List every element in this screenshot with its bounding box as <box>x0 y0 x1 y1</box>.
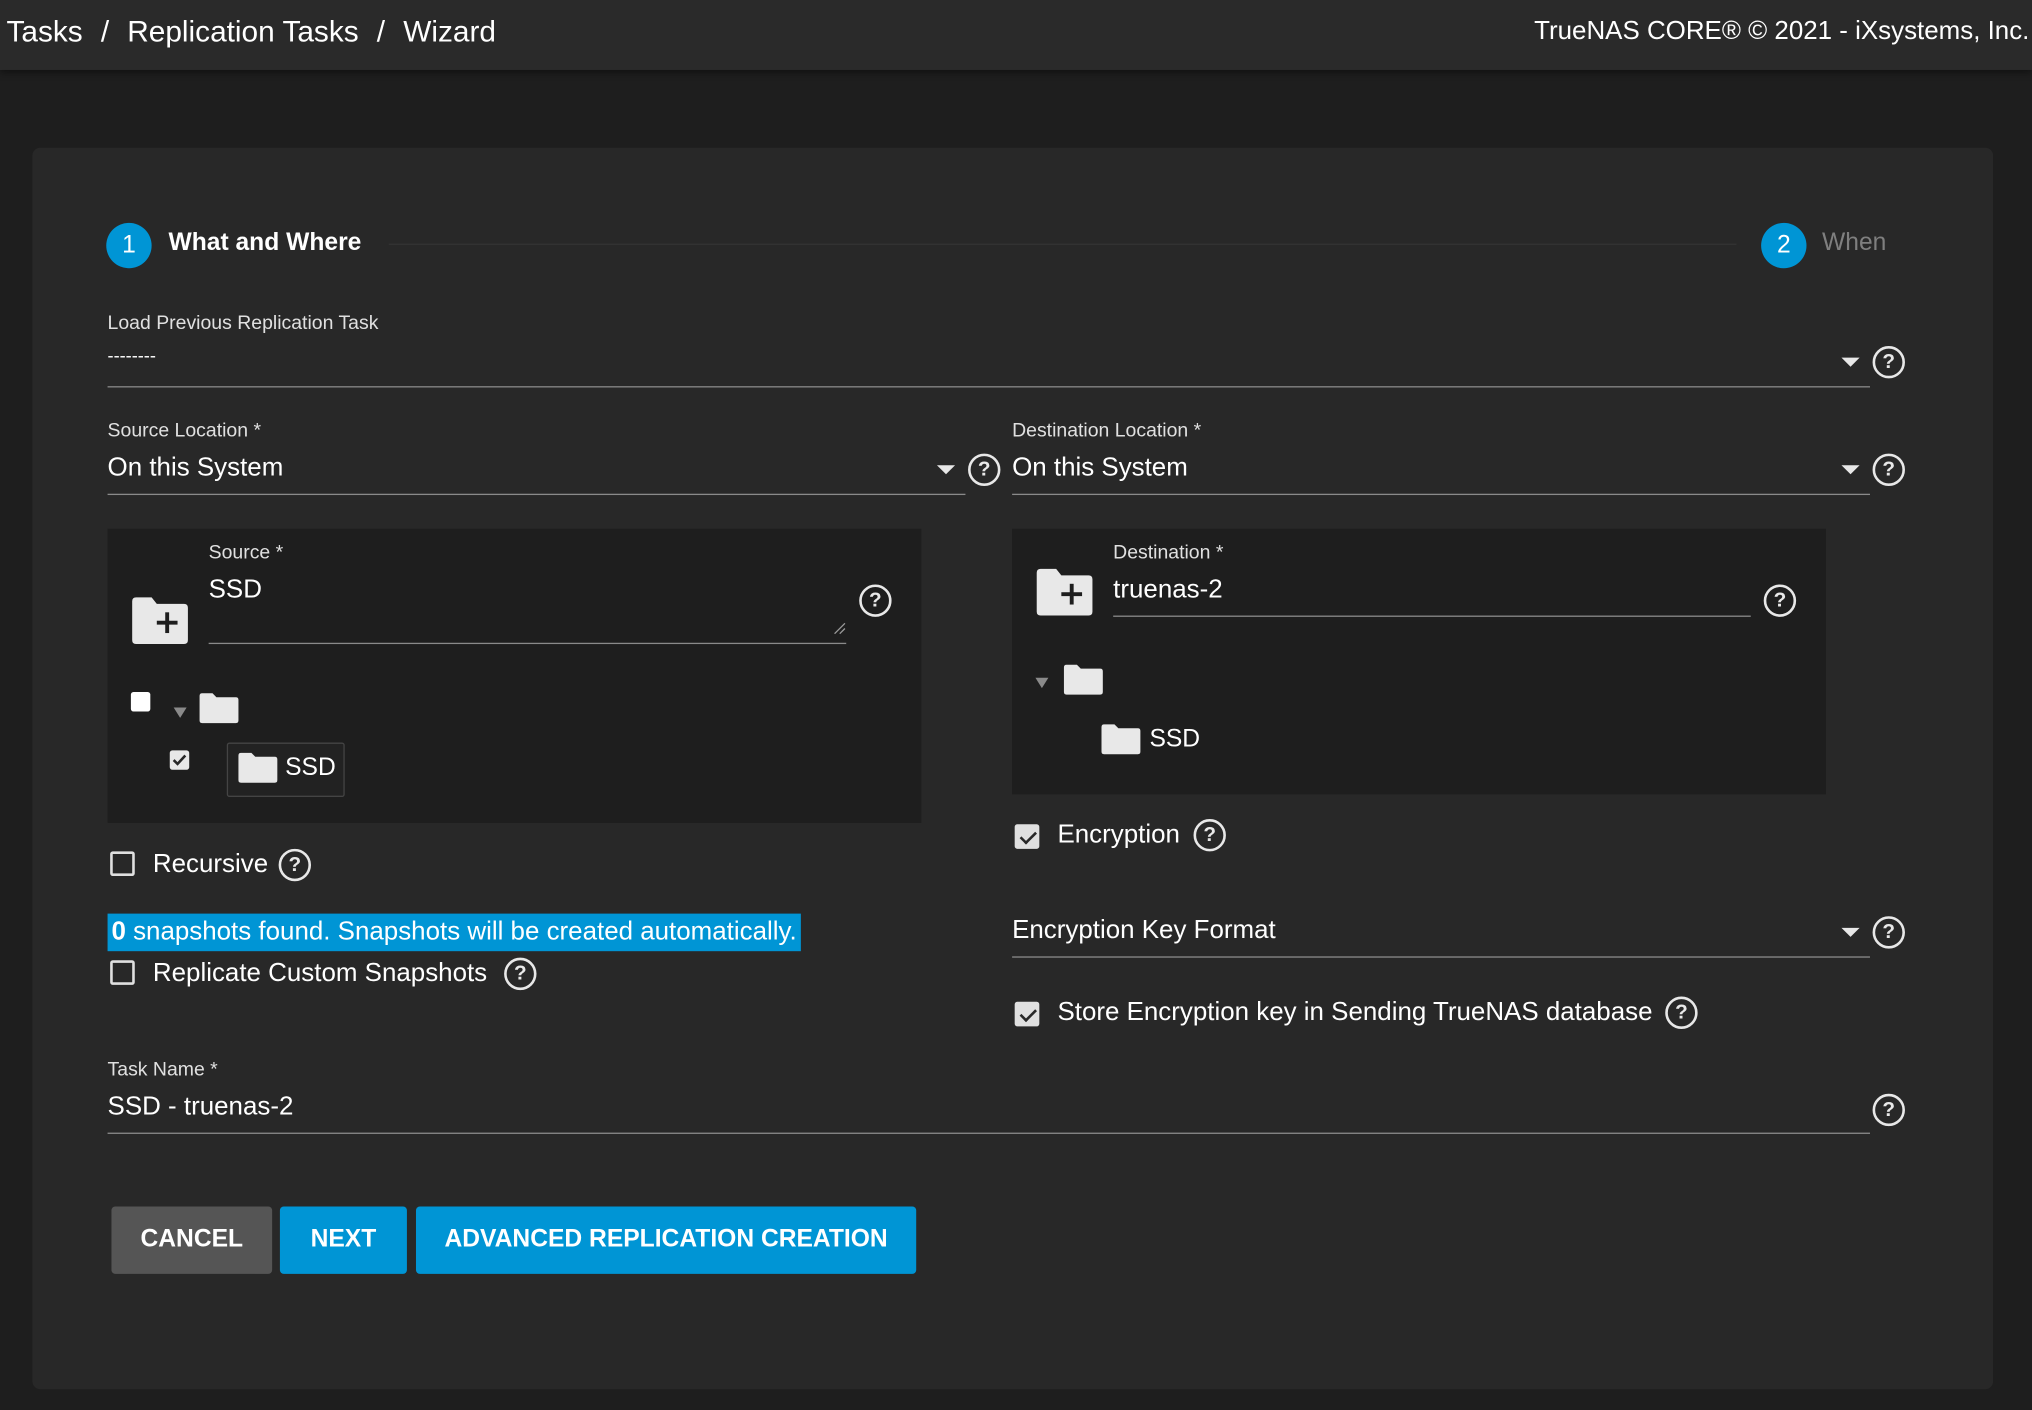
step-1-number[interactable]: 1 <box>106 222 152 269</box>
tree-node-ssd-label: SSD <box>285 754 336 782</box>
load-previous-underline <box>107 386 1870 388</box>
help-circle-icon[interactable]: ? <box>1872 453 1905 486</box>
breadcrumb-separator: / <box>376 14 386 48</box>
advanced-replication-creation-button[interactable]: ADVANCED REPLICATION CREATION <box>415 1206 917 1274</box>
caret-down-icon[interactable] <box>936 465 956 475</box>
folder-icon <box>1101 724 1141 755</box>
destination-tree-node-ssd[interactable]: SSD <box>1149 726 1200 755</box>
step-2-number[interactable]: 2 <box>1761 222 1807 269</box>
help-circle-icon[interactable]: ? <box>504 957 537 991</box>
replicate-custom-snapshots-checkbox[interactable] <box>110 960 135 985</box>
destination-input[interactable]: truenas-2 <box>1113 575 1223 605</box>
replicate-custom-snapshots-label[interactable]: Replicate Custom Snapshots <box>153 959 487 989</box>
folder-plus-icon[interactable] <box>130 596 190 645</box>
breadcrumb-item-tasks[interactable]: Tasks <box>6 14 82 48</box>
expand-triangle-icon[interactable] <box>173 707 187 718</box>
destination-location-underline <box>1012 493 1870 496</box>
tree-child-checkbox[interactable] <box>169 750 190 770</box>
encryption-label[interactable]: Encryption <box>1057 820 1179 850</box>
destination-location-label: Destination Location * <box>1012 419 1202 442</box>
breadcrumb: Tasks / Replication Tasks / Wizard <box>6 14 495 49</box>
folder-icon <box>1063 664 1103 695</box>
copyright-text: TrueNAS CORE® © 2021 - iXsystems, Inc. <box>1534 16 2030 46</box>
encryption-checkbox[interactable] <box>1014 824 1040 849</box>
help-circle-icon[interactable]: ? <box>1872 346 1905 379</box>
source-location-label: Source Location * <box>107 419 262 442</box>
source-location-underline <box>107 493 966 496</box>
load-previous-select[interactable]: -------- <box>108 345 156 366</box>
recursive-checkbox[interactable] <box>110 851 135 877</box>
step-1-label[interactable]: What and Where <box>168 229 361 258</box>
caret-down-icon[interactable] <box>1841 927 1860 937</box>
step-2-label[interactable]: When <box>1822 229 1886 258</box>
expand-triangle-icon[interactable] <box>1035 677 1049 689</box>
destination-label: Destination * <box>1113 541 1224 564</box>
destination-location-select[interactable]: On this System <box>1012 454 1188 484</box>
caret-down-icon[interactable] <box>1841 465 1860 475</box>
snapshots-text: snapshots found. Snapshots will be creat… <box>125 917 797 947</box>
task-name-underline <box>107 1132 1870 1134</box>
source-input[interactable]: SSD <box>209 575 262 605</box>
tree-root-checkbox[interactable] <box>130 692 151 712</box>
destination-input-underline <box>1113 615 1751 617</box>
help-circle-icon[interactable]: ? <box>1763 584 1797 617</box>
load-previous-label: Load Previous Replication Task <box>107 312 379 335</box>
source-location-select[interactable]: On this System <box>108 454 284 484</box>
help-circle-icon[interactable]: ? <box>1872 916 1905 949</box>
cancel-button[interactable]: CANCEL <box>111 1206 273 1274</box>
stepper-line <box>388 243 1737 245</box>
breadcrumb-item-wizard: Wizard <box>403 14 496 48</box>
help-circle-icon[interactable]: ? <box>1665 996 1698 1029</box>
source-label: Source * <box>208 541 284 564</box>
store-encryption-key-checkbox[interactable] <box>1014 1001 1040 1027</box>
folder-icon <box>199 693 239 724</box>
help-circle-icon[interactable]: ? <box>859 584 892 617</box>
folder-icon <box>238 752 278 783</box>
breadcrumb-separator: / <box>100 14 110 48</box>
caret-down-icon[interactable] <box>1841 357 1860 367</box>
source-input-underline <box>208 642 847 645</box>
next-button[interactable]: NEXT <box>279 1206 407 1274</box>
help-circle-icon[interactable]: ? <box>1193 819 1226 852</box>
folder-plus-icon[interactable] <box>1034 568 1094 617</box>
help-circle-icon[interactable]: ? <box>278 848 312 882</box>
task-name-input[interactable]: SSD - truenas-2 <box>108 1092 294 1122</box>
recursive-label[interactable]: Recursive <box>153 850 268 880</box>
help-circle-icon[interactable]: ? <box>1872 1093 1905 1127</box>
help-circle-icon[interactable]: ? <box>968 453 1001 486</box>
snapshots-message: 0 snapshots found. Snapshots will be cre… <box>107 913 801 952</box>
snapshots-count: 0 <box>111 917 126 947</box>
encryption-key-format-select[interactable]: Encryption Key Format <box>1012 916 1276 946</box>
store-encryption-key-label[interactable]: Store Encryption key in Sending TrueNAS … <box>1057 998 1652 1028</box>
resize-handle-icon[interactable] <box>833 622 846 635</box>
breadcrumb-item-replication-tasks[interactable]: Replication Tasks <box>127 14 358 48</box>
encryption-key-format-underline <box>1012 956 1870 958</box>
task-name-label: Task Name * <box>107 1058 218 1081</box>
